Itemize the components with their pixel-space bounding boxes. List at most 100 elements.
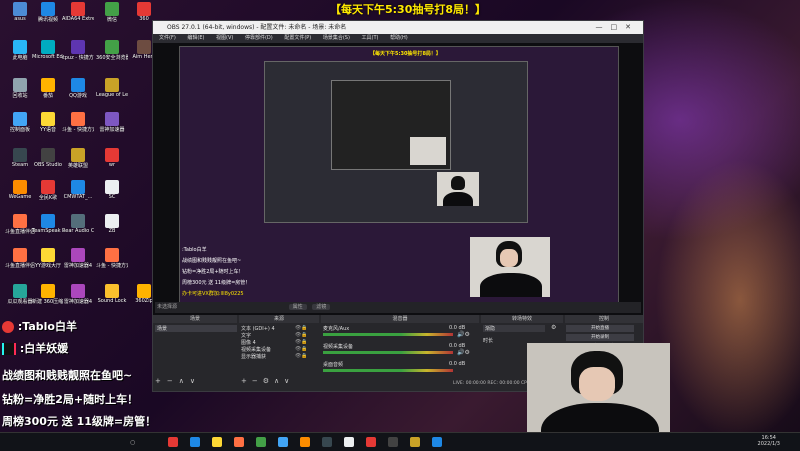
desktop-icon-label: 腾讯视频 (37, 17, 58, 23)
desktop-icon[interactable]: AIDA64 Extreme (62, 2, 94, 22)
app-icon (13, 284, 27, 298)
filters-button[interactable]: 滤镜 (312, 304, 331, 310)
desktop-icon-label: YY游戏大厅 (34, 263, 62, 269)
taskbar-app-icon[interactable] (256, 437, 266, 447)
desktop-icon[interactable]: 全民K歌 (32, 180, 64, 201)
taskbar-app-icon[interactable] (410, 437, 420, 447)
app-icon (13, 180, 27, 194)
nested-preview-3 (331, 80, 451, 170)
source-image[interactable]: 图像 4 (241, 339, 256, 346)
app-icon (41, 112, 55, 126)
obs-titlebar[interactable]: OBS 27.0.1 (64-bit, windows) - 配置文件: 未命名… (153, 21, 643, 34)
obs-window[interactable]: OBS 27.0.1 (64-bit, windows) - 配置文件: 未命名… (152, 20, 644, 392)
app-icon (41, 40, 55, 54)
desktop-icon[interactable]: 微信 (96, 2, 128, 23)
obs-menubar[interactable]: 文件(F) 编辑(E) 视图(V) 停靠部件(D) 配置文件(P) 场景集合(S… (153, 34, 643, 43)
window-controls[interactable]: —□✕ (596, 21, 640, 34)
menu-docks[interactable]: 停靠部件(D) (245, 35, 273, 41)
desktop-icon[interactable]: 雷神加速器 (96, 112, 128, 133)
desktop-icon[interactable]: TeamSpeak 3 (32, 214, 64, 234)
scene-toolbar[interactable]: +−∧∨ (155, 377, 201, 385)
app-icon (13, 78, 27, 92)
desktop-icon[interactable]: OBS Studio (32, 148, 64, 168)
scene-item[interactable]: 场景 (155, 325, 237, 332)
desktop-icon[interactable]: wr (96, 148, 128, 168)
desktop-icon[interactable]: Microsoft Edge (32, 40, 64, 60)
search-icon[interactable]: ○ (130, 439, 135, 446)
source-video-capture[interactable]: 视频采集设备 (241, 346, 271, 353)
nested-webcam-1 (470, 237, 550, 297)
start-streaming-button[interactable]: 开始直播 (566, 325, 634, 332)
menu-scene-collection[interactable]: 场景集合(S) (323, 35, 350, 41)
desktop-icon[interactable]: 番茄 (32, 78, 64, 99)
app-icon (71, 180, 85, 194)
obs-preview[interactable]: 【每天下午5:30抽号打8局！】 :Tablo白羊 战绩图和贱贱靓照在鱼吧~ 钻… (153, 43, 643, 315)
transition-select[interactable]: 渐隐 (483, 325, 545, 332)
menu-help[interactable]: 帮助(H) (390, 35, 408, 41)
desktop-icon[interactable]: League of Legends (96, 78, 128, 98)
menu-edit[interactable]: 编辑(E) (187, 35, 204, 41)
taskbar-app-icon[interactable] (366, 437, 376, 447)
desktop-icon[interactable]: YY语音 (32, 112, 64, 133)
desktop-icon[interactable]: CMWTAT_... (62, 180, 94, 200)
taskbar-app-icon[interactable] (234, 437, 244, 447)
minimize-icon[interactable]: — (596, 23, 611, 31)
desktop-icon[interactable]: ZB (96, 214, 128, 234)
nested-webcam-3 (410, 137, 446, 165)
system-clock[interactable]: 16:54 2022/1/3 (758, 435, 780, 447)
app-icon (71, 40, 85, 54)
menu-file[interactable]: 文件(F) (159, 35, 176, 41)
desktop-icon[interactable]: 360 (128, 2, 160, 22)
taskbar-app-icon[interactable] (432, 437, 442, 447)
taskbar-app-icon[interactable] (278, 437, 288, 447)
desktop-icon[interactable]: cpuz - 快捷方式 (62, 40, 94, 61)
taskbar-app-icon[interactable] (388, 437, 398, 447)
source-visibility-icons[interactable]: 👁🔒 👁🔒 👁🔒 👁🔒 👁🔒 (295, 325, 308, 360)
desktop-icon-label: Sound Lock (97, 298, 127, 304)
mixer-video-volume-icon[interactable]: 🔊⚙ (457, 349, 470, 356)
transition-settings-icon[interactable]: ⚙ (551, 324, 556, 331)
mixer-mic-label: 麦克风/Aux (323, 326, 350, 332)
menu-view[interactable]: 视图(V) (216, 35, 233, 41)
app-icon (41, 180, 55, 194)
taskbar-app-icon[interactable] (300, 437, 310, 447)
desktop-icon-label: TeamSpeak 3 (32, 228, 64, 234)
mixer-desktop-db: 0.0 dB (449, 361, 466, 367)
mixer-mic-volume-icon[interactable]: 🔊⚙ (457, 331, 470, 338)
desktop-icon[interactable]: 英雄联盟 (62, 148, 94, 169)
taskbar-app-icon[interactable] (322, 437, 332, 447)
desktop-icon[interactable]: Sound Lock (96, 284, 128, 304)
desktop-icon[interactable]: 360安全浏览器 (96, 40, 128, 61)
desktop-icon[interactable]: 雷神加速器4 (62, 248, 94, 269)
start-recording-button[interactable]: 开始录制 (566, 334, 634, 341)
source-text-gdi[interactable]: 文本 (GDI+) 4 (241, 325, 275, 332)
desktop-icon[interactable]: Rear Audio Center (62, 214, 94, 234)
taskbar-app-icon[interactable] (212, 437, 222, 447)
mixer-header: 混音器 (321, 315, 479, 323)
desktop-icon[interactable]: 雷神加速器4 (62, 284, 94, 305)
desktop-icon[interactable]: YY游戏大厅 (32, 248, 64, 269)
desktop-icon[interactable]: QQ游戏 (62, 78, 94, 99)
taskbar-app-icon[interactable] (190, 437, 200, 447)
desktop-icon[interactable]: SC (96, 180, 128, 200)
desktop-icon[interactable]: 斗鱼 - 快捷方式 (62, 112, 94, 133)
app-icon (105, 214, 119, 228)
source-text[interactable]: 文字 (241, 332, 251, 339)
desktop-icon[interactable]: 斗鱼 - 快捷方式 (96, 248, 128, 269)
desktop-icon[interactable]: 新建 360压缩 ZIP 文件 (32, 284, 64, 305)
properties-button[interactable]: 属性 (288, 304, 307, 310)
app-icon (105, 180, 119, 194)
source-toolbar[interactable]: +−⚙∧∨ (241, 377, 294, 385)
app-icon (41, 78, 55, 92)
mixer-desktop-label: 桌面音频 (323, 362, 344, 368)
app-icon (41, 148, 55, 162)
taskbar-app-icon[interactable] (344, 437, 354, 447)
menu-profile[interactable]: 配置文件(P) (284, 35, 311, 41)
douyin-overlay: :白羊妖媛 (2, 340, 68, 356)
maximize-icon[interactable]: □ (611, 23, 626, 31)
source-display-capture[interactable]: 显示器捕获 (241, 353, 266, 360)
taskbar-app-icon[interactable] (168, 437, 178, 447)
menu-tools[interactable]: 工具(T) (362, 35, 379, 41)
desktop-icon[interactable]: 腾讯视频 (32, 2, 64, 23)
close-icon[interactable]: ✕ (625, 23, 639, 31)
